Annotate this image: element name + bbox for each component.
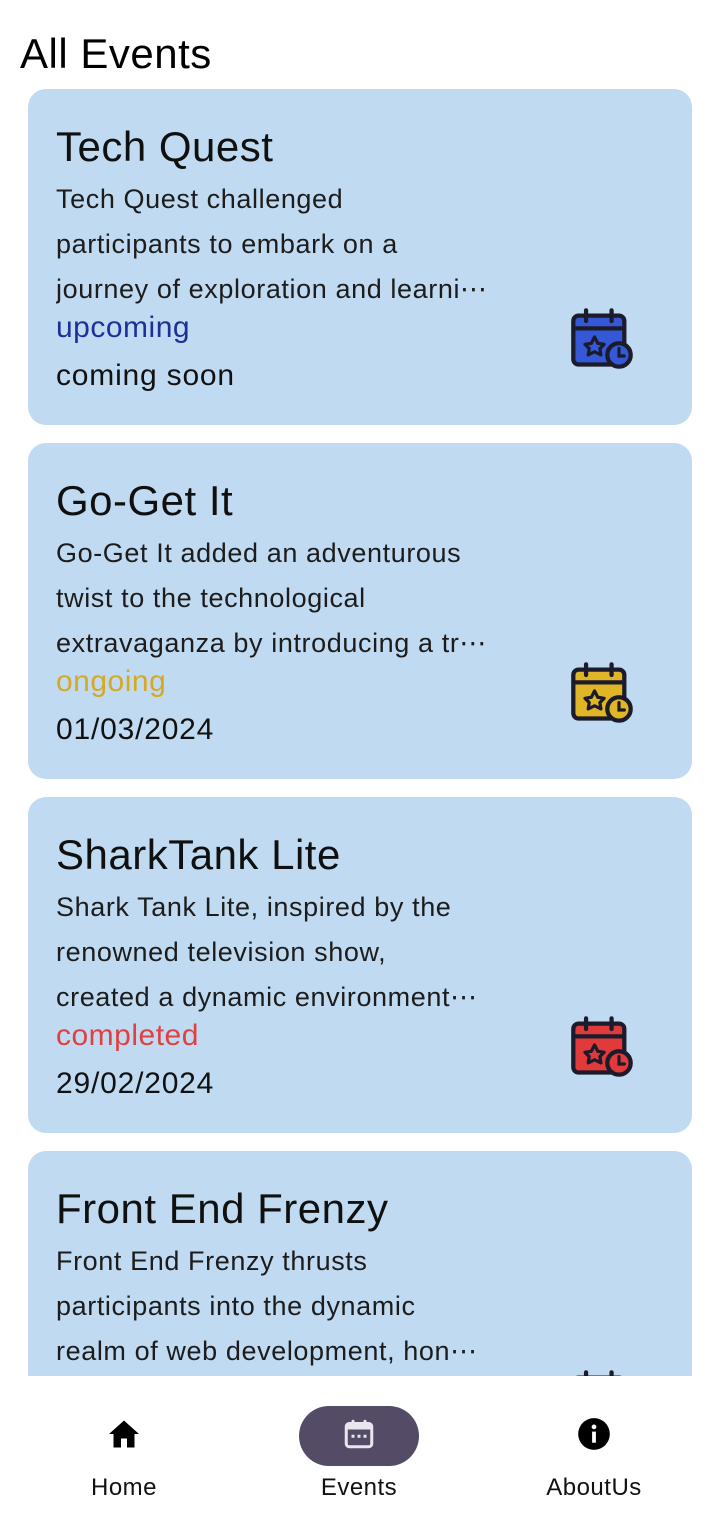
event-card[interactable]: Front End Frenzy Front End Frenzy thrust…	[28, 1151, 692, 1376]
calendar-star-icon	[568, 1367, 636, 1376]
event-title: Tech Quest	[56, 123, 274, 170]
event-status: upcoming	[56, 311, 191, 344]
calendar-star-icon	[568, 305, 636, 373]
info-icon	[575, 1415, 613, 1458]
event-title: Front End Frenzy	[56, 1185, 389, 1232]
event-date: 01/03/2024	[56, 713, 215, 746]
event-date: 29/02/2024	[56, 1067, 215, 1100]
event-card[interactable]: Tech Quest Tech Quest challenged partici…	[28, 89, 692, 425]
nav-aboutus-indicator	[534, 1406, 654, 1466]
nav-home-indicator	[64, 1406, 184, 1466]
event-date: coming soon	[56, 359, 235, 392]
nav-events[interactable]: Events	[259, 1406, 459, 1506]
calendar-star-icon	[568, 659, 636, 727]
event-description: Go-Get It added an adventurous twist to …	[56, 538, 488, 658]
nav-home[interactable]: Home	[24, 1406, 224, 1506]
calendar-star-icon	[568, 1013, 636, 1081]
nav-events-indicator	[299, 1406, 419, 1466]
home-icon	[105, 1416, 143, 1457]
event-status: ongoing	[56, 665, 167, 698]
nav-aboutus[interactable]: AboutUs	[494, 1406, 694, 1506]
event-description: Shark Tank Lite, inspired by the renowne…	[56, 892, 478, 1012]
event-title: SharkTank Lite	[56, 831, 341, 878]
event-title: Go-Get It	[56, 477, 234, 524]
event-description: Front End Frenzy thrusts participants in…	[56, 1246, 478, 1366]
event-status: completed	[56, 1019, 199, 1052]
nav-aboutus-label: AboutUs	[546, 1474, 642, 1501]
bottom-navigation: Home Events AboutUs	[0, 1376, 720, 1524]
events-list[interactable]: Tech Quest Tech Quest challenged partici…	[0, 0, 720, 1376]
calendar-icon	[341, 1415, 377, 1458]
nav-home-label: Home	[90, 1474, 158, 1501]
event-card[interactable]: Go-Get It Go-Get It added an adventurous…	[28, 443, 692, 779]
event-description: Tech Quest challenged participants to em…	[56, 184, 488, 304]
event-card[interactable]: SharkTank Lite Shark Tank Lite, inspired…	[28, 797, 692, 1133]
nav-events-label: Events	[320, 1474, 398, 1501]
